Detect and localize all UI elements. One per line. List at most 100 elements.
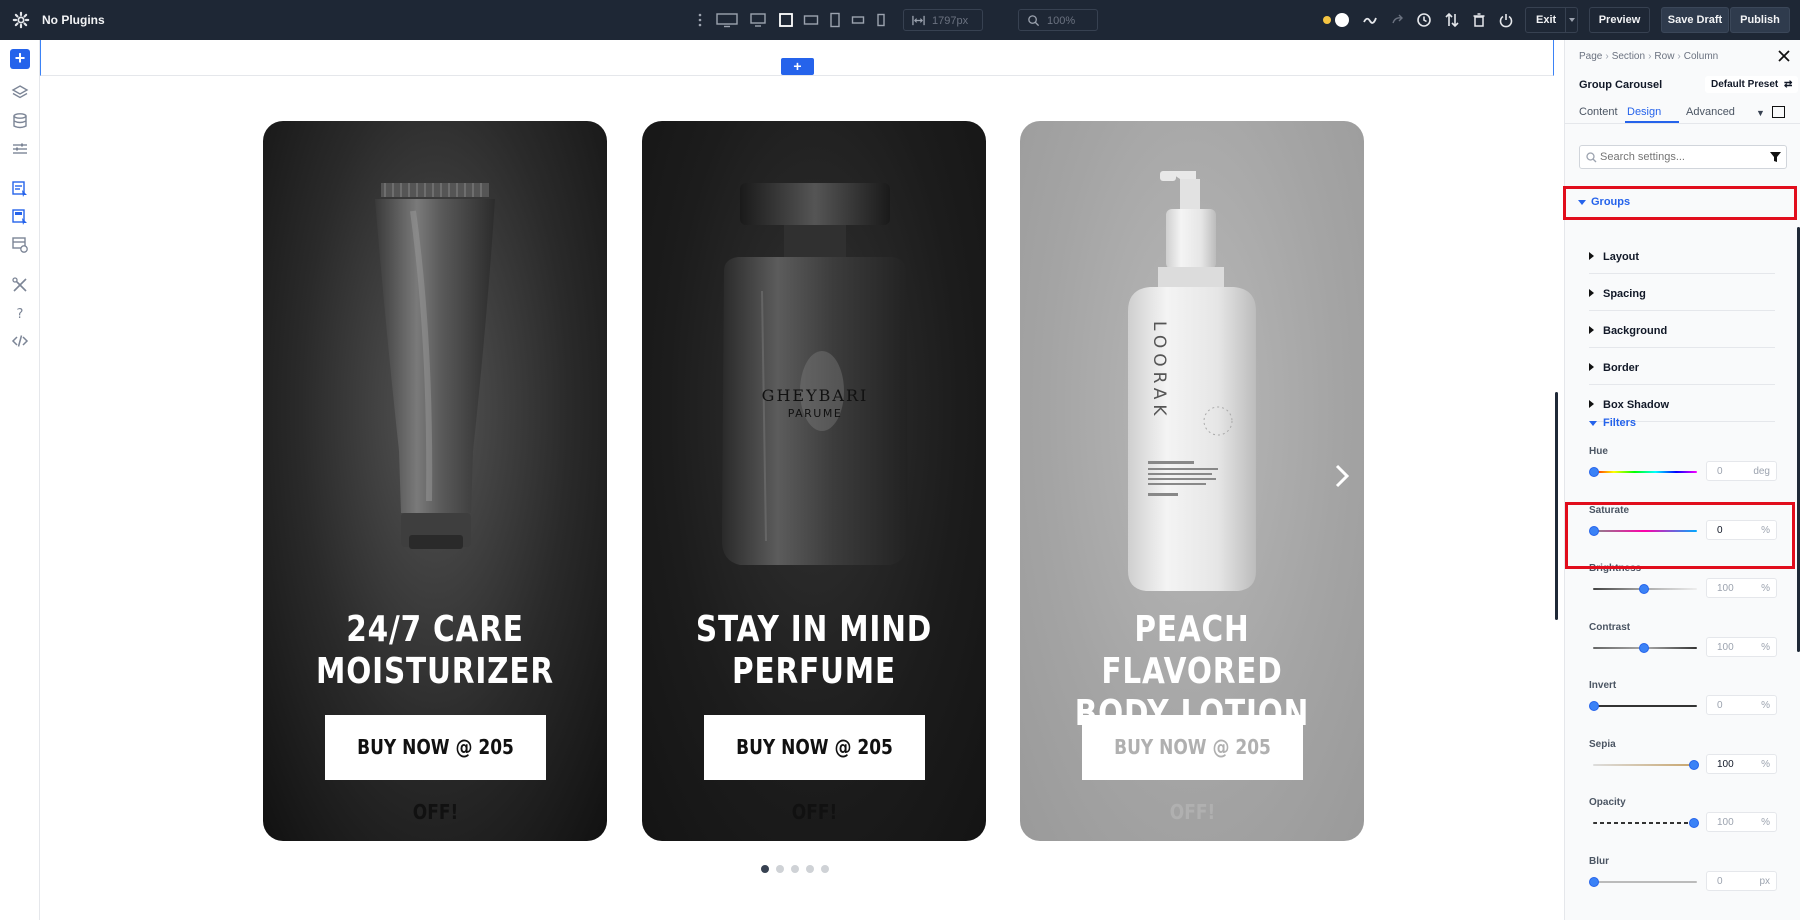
tab-more-dropdown-icon[interactable]: ▼	[1756, 108, 1765, 118]
close-icon[interactable]	[1777, 49, 1791, 63]
add-row-button[interactable]: +	[781, 58, 814, 75]
canvas-scrollbar[interactable]	[1555, 392, 1558, 620]
panel-tabs: Content Design Advanced ▼	[1565, 102, 1800, 124]
blur-slider-knob[interactable]	[1589, 876, 1599, 887]
search-settings[interactable]	[1579, 145, 1787, 169]
subgroup-label: Border	[1603, 362, 1640, 374]
caret-right-icon	[1589, 252, 1594, 260]
sepia-slider-knob[interactable]	[1689, 759, 1699, 770]
opacity-slider-track[interactable]	[1593, 822, 1697, 824]
save-draft-button[interactable]: Save Draft	[1661, 7, 1729, 33]
hue-slider-track[interactable]	[1593, 471, 1697, 473]
buy-now-button[interactable]: BUY NOW @ 205 OFF!	[1082, 715, 1303, 824]
hue-value-field[interactable]: 0 deg	[1706, 461, 1777, 481]
invert-slider-knob[interactable]	[1589, 701, 1599, 711]
desktop-view-icon[interactable]	[750, 12, 766, 28]
subgroup-border[interactable]: Border	[1589, 349, 1775, 385]
exit-dropdown-icon[interactable]	[1569, 18, 1575, 22]
carousel-dot[interactable]	[791, 865, 799, 873]
brightness-slider-knob[interactable]	[1639, 584, 1649, 594]
opacity-value-field[interactable]: 100%	[1706, 812, 1777, 832]
code-icon[interactable]	[10, 331, 30, 351]
preview-button[interactable]: Preview	[1589, 7, 1650, 33]
carousel-dot[interactable]	[821, 865, 829, 873]
history-icon[interactable]	[1416, 12, 1432, 28]
carousel-dot[interactable]	[806, 865, 814, 873]
layout-library-icon[interactable]	[10, 235, 30, 255]
settings-panel: Page › Section › Row › Column Group Carousel D…	[1563, 40, 1800, 920]
layers-icon[interactable]	[10, 83, 30, 103]
invert-slider-track[interactable]	[1593, 705, 1697, 707]
filter-label: Contrast	[1589, 621, 1631, 633]
widescreen-view-icon[interactable]	[716, 12, 738, 28]
tools-icon[interactable]	[10, 275, 30, 295]
tab-content[interactable]: Content	[1579, 106, 1618, 118]
contrast-value-field[interactable]: 100%	[1706, 636, 1777, 657]
subgroup-label: Background	[1603, 325, 1668, 337]
canvas: + 24/7 CARE MOISTURIZER BUY NOW @ 205 OF…	[40, 40, 1564, 920]
filter-contrast: Contrast 100%	[1589, 622, 1779, 678]
carousel-next-arrow-icon[interactable]	[1332, 462, 1352, 490]
wireframe-icon[interactable]	[1362, 12, 1378, 28]
breadcrumb-item[interactable]: Column	[1684, 51, 1718, 62]
svg-text:?: ?	[17, 307, 24, 322]
filter-unit: deg	[1753, 466, 1770, 477]
tab-advanced[interactable]: Advanced	[1686, 106, 1735, 118]
filter-label: Blur	[1589, 855, 1609, 867]
phone-landscape-view-icon[interactable]	[850, 12, 866, 28]
power-icon[interactable]	[1498, 12, 1514, 28]
breadcrumb-item[interactable]: Section	[1612, 51, 1645, 62]
breadcrumb-item[interactable]: Row	[1654, 51, 1674, 62]
brightness-value-field[interactable]: 100%	[1706, 578, 1777, 598]
tab-design[interactable]: Design	[1627, 106, 1661, 118]
caret-right-icon	[1589, 400, 1594, 408]
opacity-slider-knob[interactable]	[1689, 818, 1699, 828]
exit-button[interactable]: Exit	[1525, 7, 1578, 33]
add-element-button[interactable]: +	[10, 49, 30, 69]
filter-icon[interactable]	[1770, 152, 1781, 163]
theme-builder-icon[interactable]	[10, 207, 30, 227]
card-title: STAY IN MIND PERFUME	[673, 609, 955, 693]
subgroup-background[interactable]: Background	[1589, 312, 1775, 348]
help-icon[interactable]: ?	[10, 303, 30, 323]
carousel-dot[interactable]	[761, 865, 769, 873]
redo-icon[interactable]	[1390, 12, 1406, 28]
sepia-value-field[interactable]: 100%	[1706, 753, 1777, 774]
zoom-field[interactable]: 100%	[1018, 9, 1098, 31]
tablet-portrait-view-icon[interactable]	[827, 12, 843, 28]
more-vertical-icon[interactable]	[692, 12, 708, 28]
hue-slider-knob[interactable]	[1589, 467, 1599, 477]
trash-icon[interactable]	[1471, 12, 1487, 28]
invert-value-field[interactable]: 0%	[1706, 695, 1777, 715]
filter-invert: Invert 0%	[1589, 680, 1779, 736]
buy-now-button[interactable]: BUY NOW @ 205 OFF!	[325, 715, 546, 824]
search-input[interactable]	[1600, 146, 1760, 168]
publish-button[interactable]: Publish	[1730, 7, 1790, 33]
canvas-width-field[interactable]: 1797px	[903, 9, 983, 31]
settings-sliders-icon[interactable]	[10, 139, 30, 159]
sepia-slider-track[interactable]	[1593, 763, 1697, 766]
laptop-view-icon[interactable]	[778, 12, 794, 28]
phone-portrait-view-icon[interactable]	[873, 12, 889, 28]
blur-value-field[interactable]: 0 px	[1706, 870, 1777, 891]
carousel-card: GHEYBARI PARUME STAY IN MIND PERFUME BUY…	[642, 121, 986, 841]
sort-arrows-icon[interactable]	[1444, 12, 1460, 28]
blur-slider-track[interactable]	[1593, 880, 1697, 883]
buy-now-button[interactable]: BUY NOW @ 205 OFF!	[704, 715, 925, 824]
contrast-slider-knob[interactable]	[1639, 642, 1649, 653]
theme-toggle-icon[interactable]	[1320, 12, 1350, 28]
site-title: No Plugins	[42, 13, 105, 27]
preset-swap-icon: ⇄	[1784, 79, 1793, 90]
page-builder-icon[interactable]	[10, 179, 30, 199]
search-icon	[1586, 152, 1597, 163]
database-icon[interactable]	[10, 111, 30, 131]
preview-box-icon[interactable]	[1772, 106, 1785, 118]
preset-selector[interactable]: Default Preset ⇄	[1705, 76, 1799, 93]
filters-toggle[interactable]: Filters	[1589, 413, 1775, 441]
carousel-dot[interactable]	[776, 865, 784, 873]
subgroup-layout[interactable]: Layout	[1589, 238, 1775, 274]
tablet-landscape-view-icon[interactable]	[803, 12, 819, 28]
breadcrumb-item[interactable]: Page	[1579, 51, 1602, 62]
subgroup-spacing[interactable]: Spacing	[1589, 275, 1775, 311]
gear-icon[interactable]	[12, 11, 30, 29]
